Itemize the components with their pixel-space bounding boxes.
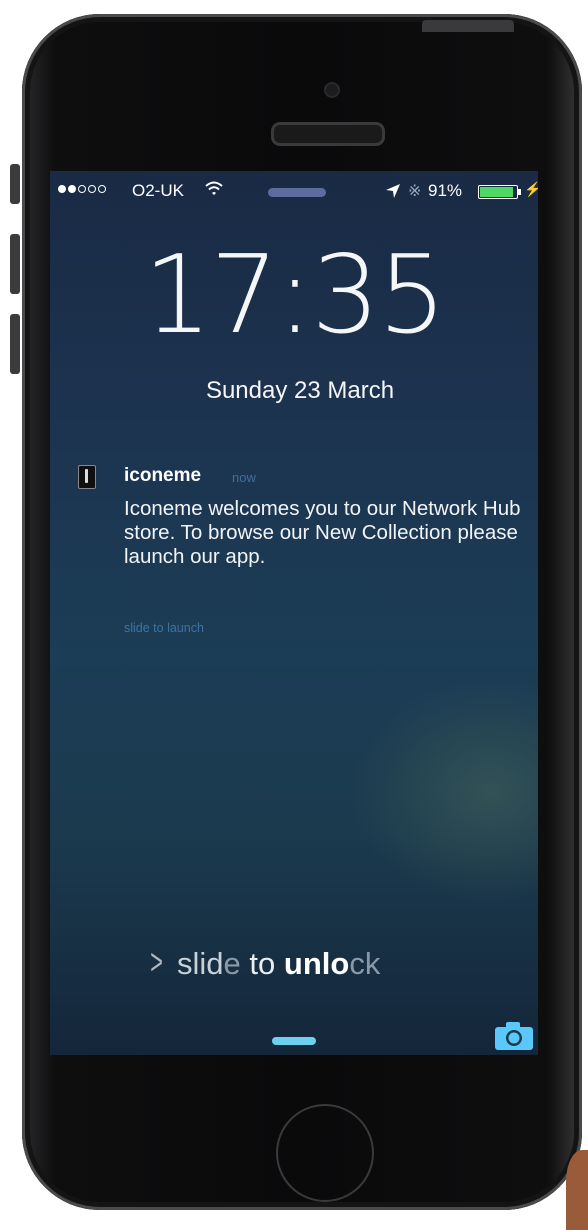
- battery-tip: [518, 189, 521, 195]
- slide-to-launch-hint[interactable]: slide to launch: [124, 621, 204, 635]
- charging-bolt-icon: ⚡: [524, 181, 538, 197]
- volume-up-button: [10, 234, 20, 294]
- hand-edge: [566, 1150, 588, 1230]
- lock-screen: O2-UK ※ 91% ⚡ 17:35 Sunday 23 March icon…: [50, 171, 538, 1055]
- status-pill: [268, 188, 326, 197]
- notification-timestamp: now: [232, 470, 256, 485]
- unlock-text-prefix: slid: [177, 946, 224, 981]
- carrier-name: O2-UK: [132, 181, 184, 200]
- notification-body: Iconeme welcomes you to our Network Hub …: [124, 497, 521, 568]
- control-center-grabber[interactable]: [272, 1037, 316, 1045]
- battery-icon: [478, 185, 518, 199]
- sleep-wake-button: [422, 20, 514, 32]
- location-arrow-icon: [385, 183, 401, 204]
- earpiece-speaker: [271, 122, 385, 146]
- front-camera: [324, 82, 340, 98]
- status-bar: O2-UK ※ 91% ⚡: [50, 171, 538, 215]
- lock-screen-time: 17:35: [143, 233, 446, 358]
- slide-to-unlock[interactable]: > slide to unlock: [146, 941, 380, 983]
- lock-screen-date: Sunday 23 March: [205, 377, 395, 404]
- unlock-text-faded: e: [223, 946, 241, 981]
- bluetooth-icon: ※: [408, 183, 422, 200]
- signal-strength-icon: [58, 185, 106, 193]
- camera-icon[interactable]: [494, 1021, 534, 1051]
- chevron-right-icon: >: [150, 941, 163, 982]
- mute-switch: [10, 164, 20, 204]
- battery-percentage: 91%: [428, 181, 463, 200]
- volume-down-button: [10, 314, 20, 374]
- notification-app-name: iconeme: [124, 465, 202, 486]
- unlock-text-highlight: unlo: [283, 946, 350, 981]
- unlock-text-middle: to: [240, 946, 284, 981]
- unlock-text-suffix: ck: [349, 946, 381, 981]
- wifi-icon: [204, 181, 224, 202]
- iconeme-app-icon: [78, 465, 96, 489]
- home-button[interactable]: [276, 1104, 374, 1202]
